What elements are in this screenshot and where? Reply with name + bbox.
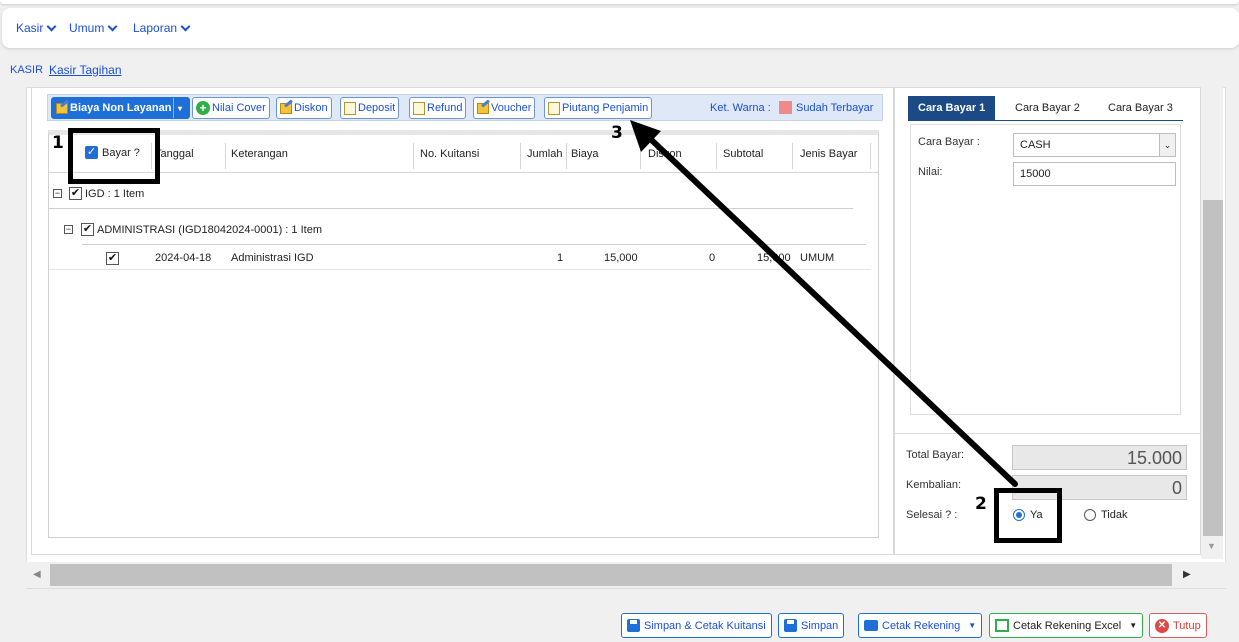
annotation-arrow-line: [639, 128, 1018, 487]
annotation-arrow: [630, 120, 1018, 487]
